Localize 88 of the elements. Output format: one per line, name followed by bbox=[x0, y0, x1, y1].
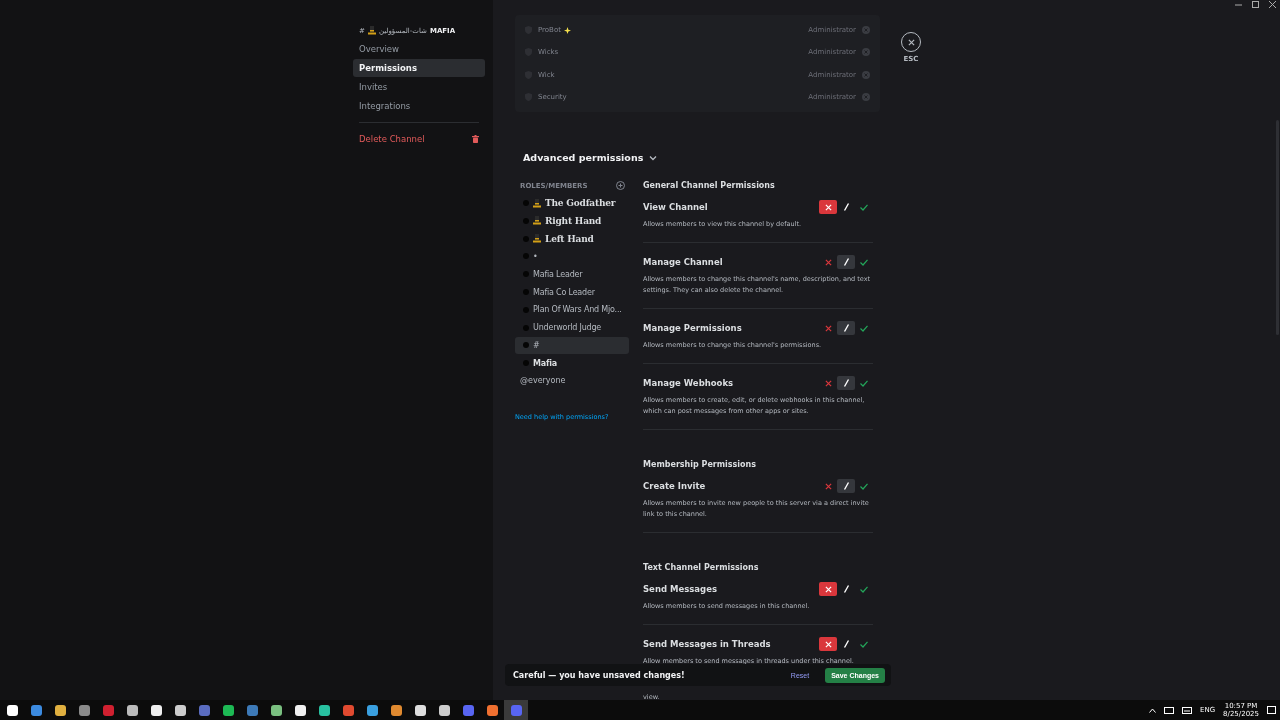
group-title: General Channel Permissions bbox=[643, 181, 776, 191]
role-item[interactable]: Mafia Co Leader bbox=[515, 283, 629, 301]
role-name: Mafia Leader bbox=[533, 269, 583, 279]
trash-icon bbox=[472, 135, 479, 143]
role-name: Left Hand bbox=[545, 233, 594, 244]
slash-icon bbox=[842, 258, 850, 267]
role-item[interactable]: The Godfather bbox=[515, 194, 629, 212]
close-icon bbox=[907, 38, 915, 46]
role-dot bbox=[523, 306, 529, 313]
sidebar-item[interactable]: Permissions bbox=[353, 59, 485, 77]
role-name: • bbox=[533, 251, 538, 261]
group-title: Text Channel Permissions bbox=[643, 563, 760, 573]
sidebar-item[interactable]: Overview bbox=[353, 40, 485, 58]
role-dot bbox=[523, 289, 529, 296]
top-hat-icon bbox=[533, 216, 541, 226]
slash-icon bbox=[842, 203, 850, 212]
permission-name: Create Invite bbox=[643, 481, 706, 492]
role-dot bbox=[523, 235, 529, 242]
x-icon bbox=[824, 482, 832, 490]
check-icon bbox=[860, 640, 868, 648]
permission-name: Manage Webhooks bbox=[643, 378, 734, 389]
role-name: Mafia Co Leader bbox=[533, 287, 595, 297]
role-item[interactable]: Plan Of Wars And Mjo... bbox=[515, 300, 629, 319]
role-dot bbox=[523, 342, 529, 349]
group-title: Membership Permissions bbox=[643, 460, 758, 470]
neutral-button[interactable] bbox=[837, 376, 855, 391]
neutral-button[interactable] bbox=[837, 255, 855, 270]
sparkle-icon bbox=[563, 26, 571, 34]
permission-name: Send Messages bbox=[643, 584, 717, 595]
x-icon bbox=[824, 324, 832, 332]
role-name: Underworld Judge bbox=[533, 323, 602, 333]
deny-button[interactable] bbox=[819, 582, 837, 597]
chevron-icon[interactable] bbox=[649, 154, 658, 161]
role-dot bbox=[523, 200, 529, 207]
role-name: # bbox=[533, 340, 540, 350]
role-dot bbox=[523, 217, 529, 224]
slash-icon bbox=[842, 585, 850, 594]
permission-name: View Channel bbox=[643, 202, 708, 213]
check-icon bbox=[860, 585, 868, 593]
role-name: The Godfather bbox=[545, 198, 616, 209]
role-name: Right Hand bbox=[545, 215, 602, 226]
x-icon bbox=[824, 203, 832, 211]
role-item[interactable]: Mafia Leader bbox=[515, 265, 629, 284]
section-title: Advanced permissions bbox=[523, 152, 644, 164]
slash-icon bbox=[842, 324, 850, 333]
role-item[interactable]: # bbox=[515, 336, 629, 355]
permission-name: Send Messages in Threads bbox=[643, 639, 771, 650]
role-dot bbox=[523, 271, 529, 278]
role-dot bbox=[523, 324, 529, 331]
x-icon bbox=[824, 258, 832, 266]
deny-button[interactable] bbox=[819, 200, 837, 215]
sidebar-item[interactable]: Invites bbox=[353, 78, 485, 96]
top-hat-icon bbox=[533, 234, 541, 244]
add-icon[interactable] bbox=[616, 181, 625, 191]
role-name: Plan Of Wars And Mjo... bbox=[533, 305, 622, 315]
check-icon bbox=[860, 379, 868, 387]
check-icon bbox=[860, 324, 868, 332]
delete-channel-item[interactable]: Delete Channel bbox=[353, 130, 485, 148]
close-icon[interactable] bbox=[1269, 1, 1276, 8]
check-icon bbox=[860, 258, 868, 266]
deny-button[interactable] bbox=[819, 637, 837, 652]
slash-icon bbox=[842, 640, 850, 649]
check-icon bbox=[860, 203, 868, 211]
top-hat-icon bbox=[367, 26, 376, 35]
role-item[interactable]: Right Hand bbox=[515, 212, 629, 230]
minimize-icon[interactable] bbox=[1235, 1, 1242, 8]
role-item[interactable]: Underworld Judge bbox=[515, 318, 629, 337]
x-icon bbox=[824, 379, 832, 387]
role-item[interactable]: • bbox=[515, 247, 629, 266]
slash-icon bbox=[842, 379, 850, 388]
permission-name: Manage Permissions bbox=[643, 323, 742, 334]
role-name[interactable]: @everyone bbox=[515, 372, 629, 390]
slash-icon bbox=[842, 482, 850, 491]
x-icon bbox=[824, 585, 832, 593]
x-icon bbox=[824, 640, 832, 648]
role-dot bbox=[523, 253, 529, 260]
top-hat-icon bbox=[533, 198, 541, 208]
neutral-button[interactable] bbox=[837, 321, 855, 336]
role-item[interactable]: Mafia bbox=[515, 354, 629, 373]
permission-name: Manage Channel bbox=[643, 257, 723, 268]
role-item[interactable]: Left Hand bbox=[515, 229, 629, 248]
role-dot bbox=[523, 360, 529, 367]
check-icon bbox=[860, 482, 868, 490]
sidebar-item[interactable]: Integrations bbox=[353, 97, 485, 115]
role-name: Mafia bbox=[533, 358, 557, 368]
unsaved-message: Careful — you have unsaved changes! bbox=[513, 670, 686, 680]
neutral-button[interactable] bbox=[837, 479, 855, 494]
maximize-icon[interactable] bbox=[1252, 1, 1259, 8]
